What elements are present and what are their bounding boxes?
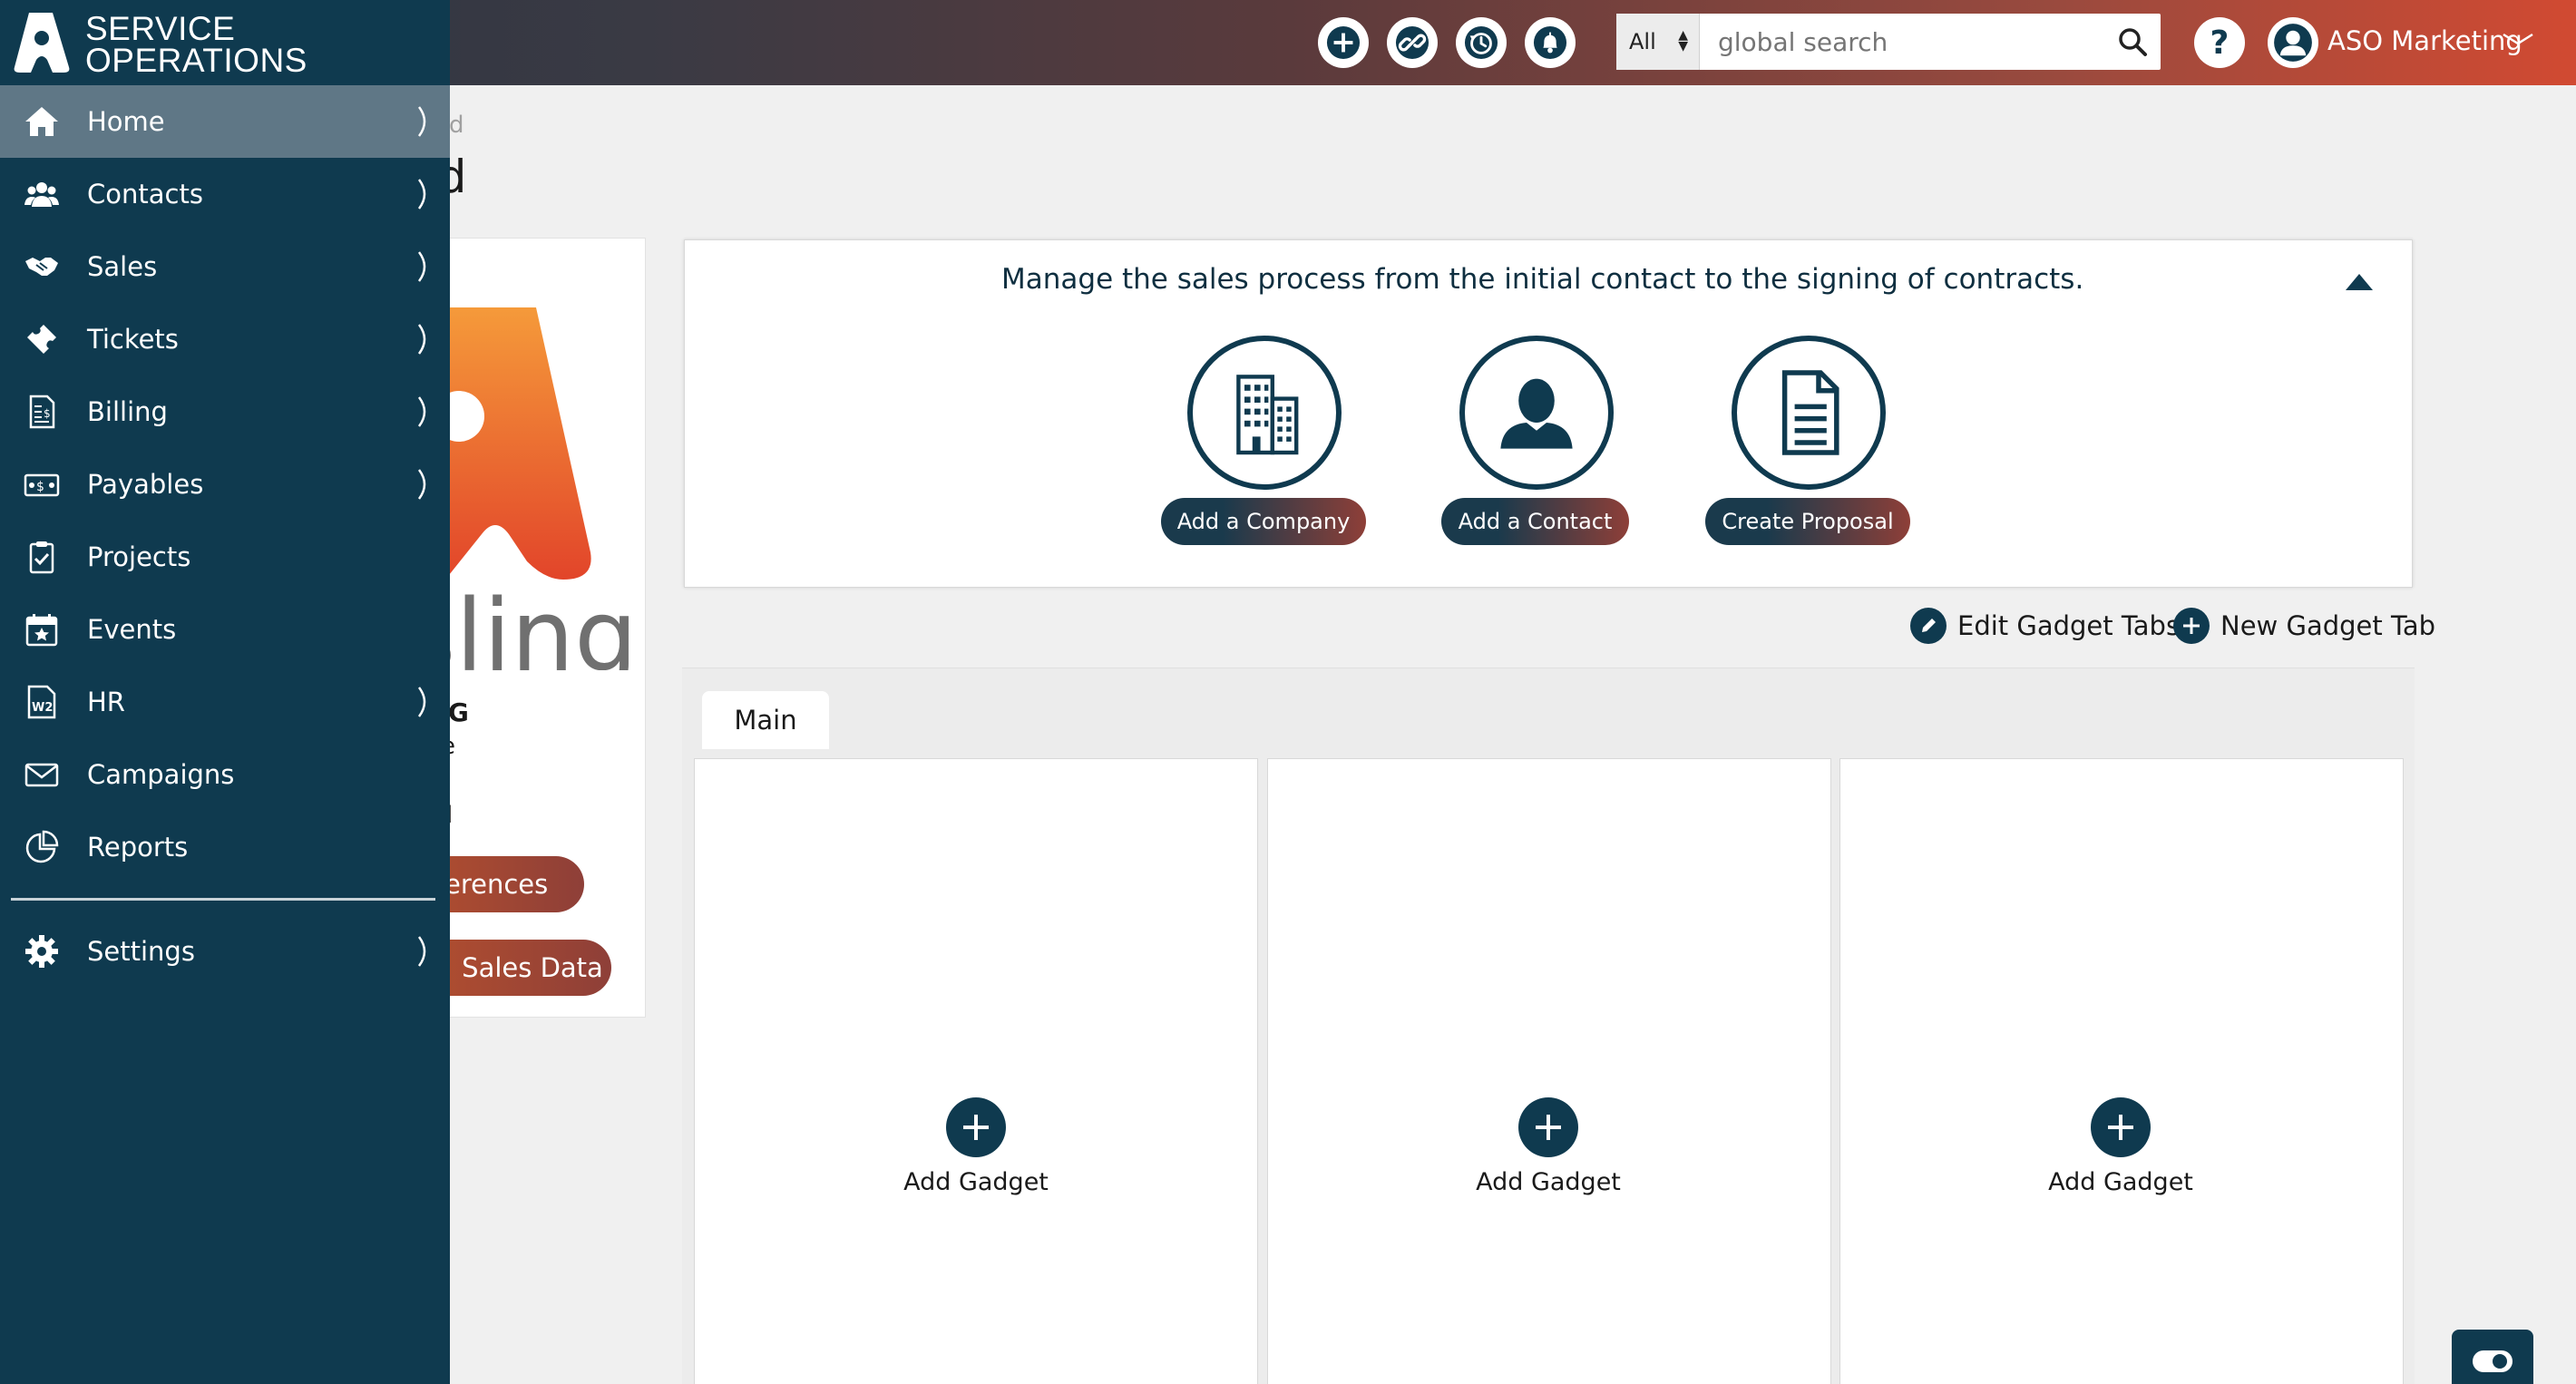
sidebar-item-settings[interactable]: Settings xyxy=(0,915,450,988)
sidebar-item-payables[interactable]: $ Payables xyxy=(0,448,450,521)
search-scope-value: All xyxy=(1629,29,1656,54)
building-icon[interactable] xyxy=(1187,336,1342,490)
search-scope-select[interactable]: All ▲ ▼ xyxy=(1616,14,1700,70)
sidebar-item-label: Home xyxy=(87,106,165,137)
svg-text:$: $ xyxy=(36,480,44,494)
link-icon[interactable] xyxy=(1387,17,1438,68)
add-gadget-button[interactable]: Add Gadget xyxy=(903,1097,1049,1196)
sidebar-item-label: Billing xyxy=(87,396,168,427)
intro-message: Manage the sales process from the initia… xyxy=(1001,263,2084,296)
add-icon[interactable] xyxy=(1318,17,1369,68)
ticket-icon xyxy=(22,319,62,359)
svg-text:$: $ xyxy=(44,407,51,420)
select-arrows-icon: ▲ ▼ xyxy=(1678,28,1688,54)
global-search: All ▲ ▼ xyxy=(1616,14,2161,70)
billing-icon: $ xyxy=(22,392,62,432)
history-icon[interactable] xyxy=(1456,17,1507,68)
new-gadget-tab-button[interactable]: New Gadget Tab xyxy=(2173,608,2435,644)
edit-gadget-tabs-label: Edit Gadget Tabs xyxy=(1957,610,2181,641)
sidebar-item-label: Sales xyxy=(87,251,158,282)
add-gadget-button[interactable]: Add Gadget xyxy=(2048,1097,2193,1196)
add-gadget-button[interactable]: Add Gadget xyxy=(1476,1097,1621,1196)
pencil-icon xyxy=(1910,608,1947,644)
sidebar-item-billing[interactable]: $ Billing xyxy=(0,375,450,448)
sidebar-item-label: Payables xyxy=(87,469,204,500)
w2-form-icon: W2 xyxy=(22,682,62,722)
gear-icon xyxy=(22,931,62,971)
app-logo-icon[interactable] xyxy=(13,13,71,73)
sidebar-item-home[interactable]: Home xyxy=(0,85,450,158)
add-company-button[interactable]: Add a Company xyxy=(1161,498,1366,545)
chevron-right-icon xyxy=(417,251,426,282)
gadget-column xyxy=(694,758,1258,1384)
help-button[interactable]: ? xyxy=(2194,17,2245,68)
bell-icon[interactable] xyxy=(1525,17,1576,68)
add-gadget-label: Add Gadget xyxy=(903,1168,1049,1196)
calendar-star-icon xyxy=(22,609,62,649)
sidebar-item-label: HR xyxy=(87,687,125,717)
toggle-icon xyxy=(2473,1350,2513,1372)
sidebar-item-sales[interactable]: Sales xyxy=(0,230,450,303)
logo-line: OPERATIONS xyxy=(85,42,307,79)
tab-main[interactable]: Main xyxy=(702,691,829,749)
chevron-right-icon xyxy=(417,179,426,210)
app-logo-text: SERVICE OPERATIONS xyxy=(85,10,307,79)
sidebar-item-hr[interactable]: W2 HR xyxy=(0,666,450,738)
envelope-icon xyxy=(22,755,62,794)
sidebar-item-events[interactable]: Events xyxy=(0,593,450,666)
sidebar-item-label: Projects xyxy=(87,541,191,572)
edit-gadget-tabs-button[interactable]: Edit Gadget Tabs xyxy=(1910,608,2180,644)
sidebar-item-projects[interactable]: Projects xyxy=(0,521,450,593)
sidebar-item-campaigns[interactable]: Campaigns xyxy=(0,738,450,811)
add-contact-button[interactable]: Add a Contact xyxy=(1441,498,1629,545)
contacts-icon xyxy=(22,174,62,214)
sidebar-item-contacts[interactable]: Contacts xyxy=(0,158,450,230)
gadget-column xyxy=(1267,758,1831,1384)
sidebar-item-label: Campaigns xyxy=(87,759,235,790)
chevron-right-icon xyxy=(417,469,426,500)
chat-widget-button[interactable] xyxy=(2452,1330,2533,1384)
sidebar-item-label: Reports xyxy=(87,832,189,863)
add-icon xyxy=(946,1097,1006,1157)
chevron-right-icon xyxy=(417,936,426,967)
chevron-right-icon xyxy=(417,106,426,137)
home-icon xyxy=(22,102,62,141)
payables-icon: $ xyxy=(22,464,62,504)
user-avatar[interactable] xyxy=(2268,17,2318,68)
sidebar-item-label: Events xyxy=(87,614,177,645)
sidebar-item-label: Settings xyxy=(87,936,195,967)
add-icon xyxy=(2091,1097,2151,1157)
add-icon xyxy=(2173,608,2210,644)
collapse-up-icon[interactable] xyxy=(2344,272,2375,296)
chevron-right-icon xyxy=(417,324,426,355)
add-icon xyxy=(1518,1097,1578,1157)
chevron-right-icon xyxy=(417,687,426,717)
add-gadget-label: Add Gadget xyxy=(1476,1168,1621,1196)
clipboard-icon xyxy=(22,537,62,577)
search-input[interactable] xyxy=(1700,14,2104,70)
chevron-down-icon[interactable] xyxy=(2502,24,2534,54)
sidebar-item-tickets[interactable]: Tickets xyxy=(0,303,450,375)
document-icon[interactable] xyxy=(1732,336,1886,490)
reports-icon xyxy=(22,827,62,867)
sidebar: SERVICE OPERATIONS Home Contacts Sales T… xyxy=(0,0,450,1384)
sidebar-item-label: Tickets xyxy=(87,324,179,355)
add-gadget-label: Add Gadget xyxy=(2048,1168,2193,1196)
svg-text:W2: W2 xyxy=(32,701,53,715)
sidebar-item-label: Contacts xyxy=(87,179,203,210)
logo-line: SERVICE xyxy=(85,10,236,47)
person-icon[interactable] xyxy=(1459,336,1614,490)
sidebar-item-reports[interactable]: Reports xyxy=(0,811,450,883)
handshake-icon xyxy=(22,247,62,287)
create-proposal-button[interactable]: Create Proposal xyxy=(1705,498,1910,545)
new-gadget-tab-label: New Gadget Tab xyxy=(2220,610,2436,641)
gadget-column xyxy=(1839,758,2404,1384)
chevron-right-icon xyxy=(417,396,426,427)
sidebar-divider xyxy=(11,898,435,901)
search-icon[interactable] xyxy=(2104,14,2161,70)
user-menu-name[interactable]: ASO Marketing xyxy=(2327,25,2522,56)
